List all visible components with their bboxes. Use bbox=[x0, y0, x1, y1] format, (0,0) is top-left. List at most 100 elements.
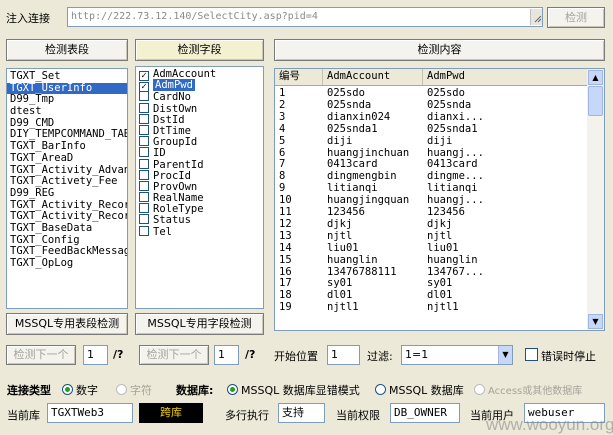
fields-listbox[interactable]: ✓ AdmAccount ✓ AdmPwd CardNo DistOwn DstId DtTi… bbox=[135, 66, 264, 309]
field-checkbox[interactable] bbox=[139, 113, 149, 124]
col-header-admaccount[interactable]: AdmAccount bbox=[323, 69, 423, 85]
start-position-field[interactable]: 1 bbox=[327, 345, 360, 365]
table-list-item[interactable]: TGXT_AreaD bbox=[7, 152, 127, 165]
table-index-field[interactable]: 1 bbox=[83, 345, 108, 365]
radio-access-icon[interactable] bbox=[474, 384, 485, 395]
cross-db-button[interactable]: 跨库 bbox=[139, 403, 203, 423]
stop-on-error-checkbox[interactable] bbox=[525, 348, 538, 361]
table-list-item[interactable]: TGXT_BaseData bbox=[7, 222, 127, 235]
cell-id: 18 bbox=[279, 290, 292, 302]
table-row[interactable]: 15 huanglin huanglin bbox=[275, 255, 587, 267]
detect-button[interactable]: 检测 bbox=[547, 7, 605, 28]
radio-mssql-show[interactable]: MSSQL 数据库显错模式 bbox=[227, 382, 360, 398]
radio-character[interactable]: 字符 bbox=[116, 382, 152, 398]
radio-mssql[interactable]: MSSQL 数据库 bbox=[375, 382, 464, 398]
field-checkbox[interactable] bbox=[139, 169, 149, 180]
table-row[interactable]: 6 huangjinchuan huangj... bbox=[275, 148, 587, 160]
table-row[interactable]: 11 123456 123456 bbox=[275, 207, 587, 219]
field-list-item[interactable]: ParentId bbox=[136, 158, 263, 170]
detect-fields-button[interactable]: 检测字段 bbox=[135, 39, 264, 61]
inject-url-field[interactable]: http://222.73.12.140/SelectCity.asp?pid=… bbox=[67, 7, 543, 27]
table-row[interactable]: 4 025snda1 025snda1 bbox=[275, 124, 587, 136]
table-row[interactable]: 17 sy01 sy01 bbox=[275, 278, 587, 290]
multi-exec-label: 多行执行 bbox=[225, 409, 269, 422]
table-row[interactable]: 5 diji diji bbox=[275, 136, 587, 148]
mssql-field-detect-button[interactable]: MSSQL专用字段检测 bbox=[135, 313, 264, 335]
radio-access[interactable]: Access或其他数据库 bbox=[474, 382, 582, 397]
table-row[interactable]: 9 litianqi litianqi bbox=[275, 183, 587, 195]
field-label: DtTime bbox=[153, 124, 191, 137]
content-grid[interactable]: 编号 AdmAccount AdmPwd 1 025sdo 025sdo 2 025sn… bbox=[274, 68, 605, 331]
table-list-item[interactable]: TGXT_OpLog bbox=[7, 257, 127, 270]
cell-admaccount: sy01 bbox=[327, 278, 353, 290]
field-checkbox[interactable] bbox=[139, 192, 149, 203]
scroll-thumb[interactable] bbox=[588, 86, 603, 116]
field-list-item[interactable]: RoleType bbox=[136, 203, 263, 215]
current-db-field[interactable]: TGXTWeb3 bbox=[47, 403, 133, 423]
field-checkbox[interactable] bbox=[139, 147, 149, 158]
tables-listbox[interactable]: TGXT_Set TGXT_UserInfo D99_Tmp dtest D99_CMD… bbox=[6, 68, 128, 309]
field-list-item[interactable]: DstId bbox=[136, 113, 263, 125]
field-checkbox[interactable] bbox=[139, 136, 149, 147]
scroll-down-arrow-icon[interactable]: ▼ bbox=[588, 314, 603, 329]
field-checkbox[interactable] bbox=[139, 158, 149, 169]
table-row[interactable]: 19 njtl1 njtl1 bbox=[275, 302, 587, 314]
filter-select[interactable]: 1=1 ▼ bbox=[401, 345, 513, 365]
next-table-button[interactable]: 检测下一个 bbox=[6, 345, 76, 365]
field-checkbox[interactable] bbox=[139, 102, 149, 113]
table-row[interactable]: 14 liu01 liu01 bbox=[275, 243, 587, 255]
table-row[interactable]: 8 dingmengbin dingme... bbox=[275, 171, 587, 183]
radio-numeric[interactable]: 数字 bbox=[62, 382, 98, 398]
field-list-item[interactable]: RealName bbox=[136, 192, 263, 205]
field-index-field[interactable]: 1 bbox=[214, 345, 239, 365]
field-checkbox[interactable] bbox=[139, 180, 149, 191]
radio-character-icon[interactable] bbox=[116, 384, 127, 395]
table-list-item[interactable]: TGXT_Set bbox=[7, 70, 127, 83]
cell-id: 9 bbox=[279, 183, 286, 195]
field-list-item[interactable]: Tel bbox=[136, 225, 263, 237]
table-row[interactable]: 13 njtl njtl bbox=[275, 231, 587, 243]
field-list-item[interactable]: ID bbox=[136, 147, 263, 159]
table-row[interactable]: 1 025sdo 025sdo bbox=[275, 88, 587, 100]
field-list-item[interactable]: GroupId bbox=[136, 136, 263, 148]
field-checkbox[interactable] bbox=[139, 214, 149, 225]
radio-mssql-icon[interactable] bbox=[375, 384, 386, 395]
field-list-item[interactable]: CardNo bbox=[136, 91, 263, 103]
field-checkbox[interactable] bbox=[139, 225, 149, 236]
table-list-item[interactable]: dtest bbox=[7, 105, 127, 118]
field-label: ProvOwn bbox=[153, 180, 198, 193]
field-list-item[interactable]: ✓ AdmPwd bbox=[136, 79, 263, 93]
field-list-item[interactable]: ProvOwn bbox=[136, 180, 263, 193]
grid-vscrollbar[interactable]: ▲ ▼ bbox=[587, 69, 604, 330]
table-list-item[interactable]: D99_REG bbox=[7, 187, 127, 200]
table-row[interactable]: 3 dianxin024 dianxi... bbox=[275, 112, 587, 124]
field-list-item[interactable]: ProcId bbox=[136, 169, 263, 181]
field-label: RealName bbox=[153, 192, 204, 205]
multi-exec-field[interactable]: 支持 bbox=[278, 403, 325, 423]
col-header-id[interactable]: 编号 bbox=[275, 69, 323, 85]
detect-tables-button[interactable]: 检测表段 bbox=[6, 39, 128, 61]
mssql-table-detect-button[interactable]: MSSQL专用表段检测 bbox=[6, 313, 128, 335]
table-row[interactable]: 18 dl01 dl01 bbox=[275, 290, 587, 302]
field-checkbox[interactable] bbox=[139, 124, 149, 135]
next-field-button[interactable]: 检测下一个 bbox=[139, 345, 209, 365]
scroll-up-arrow-icon[interactable]: ▲ bbox=[588, 70, 603, 85]
url-dropdown-arrow[interactable] bbox=[530, 9, 542, 25]
field-checkbox[interactable]: ✓ bbox=[139, 71, 149, 81]
detect-content-button[interactable]: 检测内容 bbox=[274, 39, 605, 61]
chevron-down-icon[interactable]: ▼ bbox=[498, 346, 512, 364]
field-list-item[interactable]: DistOwn bbox=[136, 102, 263, 114]
table-row[interactable]: 10 huangjingquan huangj... bbox=[275, 195, 587, 207]
field-list-item[interactable]: DtTime bbox=[136, 124, 263, 137]
col-header-admpwd[interactable]: AdmPwd bbox=[423, 69, 587, 85]
table-row[interactable]: 12 djkj djkj bbox=[275, 219, 587, 231]
field-list-item[interactable]: Status bbox=[136, 214, 263, 226]
table-row[interactable]: 16 13476788111 134767... bbox=[275, 267, 587, 279]
table-row[interactable]: 7 0413card 0413card bbox=[275, 159, 587, 171]
field-checkbox[interactable] bbox=[139, 91, 149, 102]
field-checkbox[interactable] bbox=[139, 203, 149, 214]
privilege-field[interactable]: DB_OWNER bbox=[390, 403, 460, 423]
table-row[interactable]: 2 025snda 025snda bbox=[275, 100, 587, 112]
radio-numeric-icon[interactable] bbox=[62, 384, 73, 395]
radio-mssql-show-icon[interactable] bbox=[227, 384, 238, 395]
